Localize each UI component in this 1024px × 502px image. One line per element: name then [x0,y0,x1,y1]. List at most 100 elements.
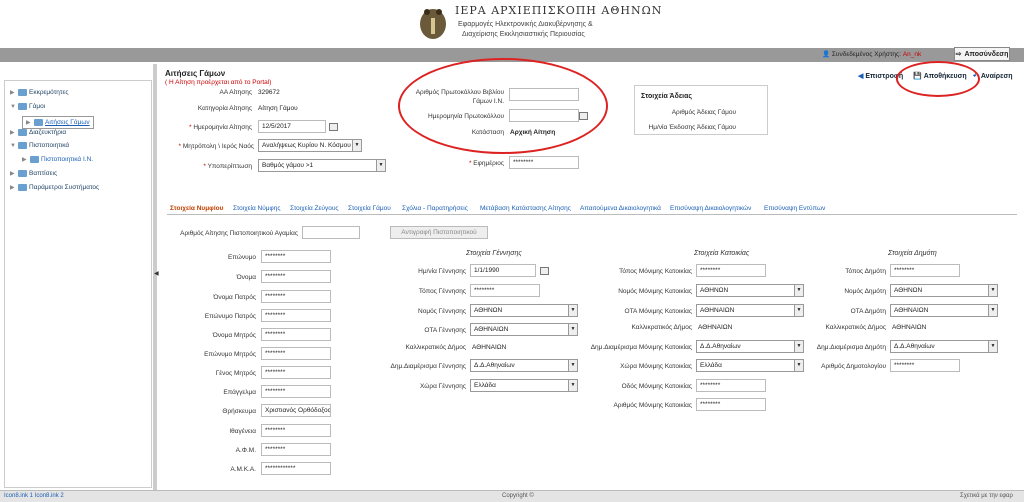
tab-wedding[interactable]: Στοιχεία Γάμου [348,205,391,212]
groom-field-label: Επώνυμο [228,254,256,261]
birth-ota-label: ΟΤΑ Γέννησης [424,327,466,334]
brand-subtitle-1: Εφαρμογές Ηλεκτρονικής Διακυβέρνησης & [458,21,593,28]
tab-attach-forms[interactable]: Επισύναψη Εντύπων [764,205,825,212]
about-link[interactable]: Σχετικά με την εφαρ [960,493,1013,499]
sidebar-item-baptisms[interactable]: ▶ Βαπτίσεις [10,170,57,177]
collapse-arrow-icon[interactable]: ◀ [154,270,159,277]
sidebar-item-label: Βαπτίσεις [29,170,58,177]
expand-icon[interactable]: ▶ [10,184,16,191]
sidebar-item-certificates[interactable]: ▼ Πιστοποιητικά [10,142,69,149]
sidebar-item-marriages[interactable]: ▼ Γάμοι [10,103,45,110]
chevron-down-icon: ▼ [988,341,997,352]
permit-title: Στοιχεία Άδειας [641,93,693,100]
permit-date-label: Ημ/νία Έκδοσης Άδειας Γάμου [648,124,736,131]
sidebar-item-system-parameters[interactable]: ▶ Παράμετροι Συστήματος [10,184,99,191]
application-date-label: * Ημερομηνία Αίτησης [189,124,252,131]
groom-field-input[interactable]: ******** [261,347,331,360]
groom-field-input[interactable]: ******** [261,424,331,437]
app-header: ΙΕΡΑ ΑΡΧΙΕΠΙΣΚΟΠΗ ΑΘΗΝΩΝ Εφαρμογές Ηλεκτ… [0,0,1024,48]
chevron-down-icon: ▼ [568,360,577,371]
groom-field-input[interactable]: ******** [261,250,331,263]
folder-icon [30,156,39,163]
tab-state-transition[interactable]: Μετάβαση Κατάστασης Αίτησης [480,205,571,212]
tab-bride[interactable]: Στοιχεία Νύμφης [233,205,281,212]
brand-title: ΙΕΡΑ ΑΡΧΙΕΠΙΣΚΟΠΗ ΑΘΗΝΩΝ [455,4,663,17]
nav-tree: ▶ Εκκρεμότητες ▼ Γάμοι ▶ Αιτήσεις Γάμων ▶ Δι… [4,80,152,200]
tab-attach-documents[interactable]: Επισύναψη Δικαιολογητικών [670,205,751,212]
groom-field-input[interactable]: ******** [261,385,331,398]
expand-icon[interactable]: ▶ [10,170,16,177]
birth-date-field[interactable]: 1/1/1990 [470,264,536,277]
page-subtitle: ( Η Αίτηση προέρχεται από το Portal) [165,79,272,86]
panel-splitter[interactable] [153,64,157,494]
cert-number-label: Αριθμός Αίτησης Πιστοποιητικού Αγαμίας [180,230,298,237]
birth-kall-label: Καλλικρατικός Δήμος [405,344,467,351]
groom-field-input[interactable]: ******** [261,443,331,456]
collapse-icon[interactable]: ▼ [10,104,16,110]
sidebar-item-certificates-in[interactable]: ▶ Πιστοποιητικά I.N. [22,156,93,163]
cit-place-field[interactable]: ******** [890,264,960,277]
tab-groom[interactable]: Στοιχεία Νυμφίου [170,205,223,212]
groom-field-input[interactable]: ******** [261,290,331,303]
collapse-icon[interactable]: ▼ [10,143,16,149]
groom-field-input[interactable]: ******** [261,309,331,322]
highlight-ellipse [896,61,980,97]
folder-icon [34,119,43,126]
calendar-icon[interactable] [329,123,338,131]
birth-country-label: Χώρα Γέννησης [419,383,466,390]
category-value: Αίτηση Γάμου [258,105,298,112]
sidebar-item-pending[interactable]: ▶ Εκκρεμότητες [10,89,68,96]
birth-ota-select[interactable]: ΑΘΗΝΑΙΩΝ ▼ [470,323,578,336]
res-street-field[interactable]: ******** [696,379,766,392]
birth-place-label: Τόπος Γέννησης [418,288,466,295]
calendar-icon[interactable] [540,267,549,275]
res-nomos-select[interactable]: ΑΘΗΝΩΝ ▼ [696,284,804,297]
res-country-select[interactable]: Ελλάδα ▼ [696,359,804,372]
user-info: 👤 Συνδεδεμένος Χρήστης: An_nk [822,50,921,58]
priest-field[interactable]: ******** [509,156,579,169]
cert-number-field[interactable] [302,226,360,239]
groom-field-input[interactable]: Χριστιανός Ορθόδοξος [261,404,331,417]
res-ota-select[interactable]: ΑΘΗΝΑΙΩΝ ▼ [696,304,804,317]
subcase-select[interactable]: Βαθμός γάμου >1 ▼ [258,159,386,172]
res-number-field[interactable]: ******** [696,398,766,411]
cit-reg-field[interactable]: ******** [890,359,960,372]
birth-nomos-select[interactable]: ΑΘΗΝΩΝ ▼ [470,304,578,317]
sidebar-item-divorces[interactable]: ▶ Διαζευκτήρια [10,129,66,136]
birth-place-field[interactable]: ******** [470,284,540,297]
category-label: Κατηγορία Αίτησης [197,105,252,112]
birth-kall-value: ΑΘΗΝΑΙΩΝ [472,344,507,351]
sidebar-item-label: Γάμοι [29,103,46,110]
birth-country-select[interactable]: Ελλάδα ▼ [470,379,578,392]
expand-icon[interactable]: ▶ [26,119,32,126]
sidebar-item-marriage-applications[interactable]: ▶ Αιτήσεις Γάμων [22,116,94,129]
cit-nomos-select[interactable]: ΑΘΗΝΩΝ ▼ [890,284,998,297]
logout-button[interactable]: ⇨ Αποσύνδεση [954,47,1010,61]
res-street-label: Οδός Μόνιμης Κατοικίας [621,383,692,390]
user-label: Συνδεδεμένος Χρήστης: [831,51,901,58]
res-place-field[interactable]: ******** [696,264,766,277]
tab-couple[interactable]: Στοιχεία Ζεύγους [290,205,339,212]
user-name: An_nk [902,51,922,58]
birth-dd-select[interactable]: Δ.Δ.Αθηναίων ▼ [470,359,578,372]
cit-dd-select[interactable]: Δ.Δ.Αθηναίων ▼ [890,340,998,353]
copy-certificate-button[interactable]: Αντιγραφή Πιστοποιητικού [390,226,488,239]
cit-ota-select[interactable]: ΑΘΗΝΑΙΩΝ ▼ [890,304,998,317]
copyright: Copyright © [502,493,534,499]
citizen-section-title: Στοιχεία Δημότη [888,250,937,257]
application-date-field[interactable]: 12/5/2017 [258,120,326,133]
expand-icon[interactable]: ▶ [22,156,28,163]
metropolis-select[interactable]: Αναλήψεως Κυρίου Ν. Κόσμου ▼ [258,139,362,152]
footer-links[interactable]: Icon8.ink 1 Icon8.ink 2 [4,493,64,499]
tab-comments[interactable]: Σχόλια - Παρατηρήσεις [402,205,468,212]
tab-required-documents[interactable]: Απαιτούμενα Δικαιολογητικά [580,205,661,212]
groom-field-input[interactable]: ******** [261,270,331,283]
res-place-label: Τόπος Μόνιμης Κατοικίας [619,268,692,275]
expand-icon[interactable]: ▶ [10,89,16,96]
expand-icon[interactable]: ▶ [10,129,16,136]
groom-field-input[interactable]: ******** [261,366,331,379]
groom-field-input[interactable]: ******** [261,328,331,341]
groom-field-input[interactable]: ************ [261,462,331,475]
metropolis-label: * Μητρόπολη \ Ιερός Ναός [178,143,254,150]
chevron-down-icon: ▼ [352,140,361,151]
